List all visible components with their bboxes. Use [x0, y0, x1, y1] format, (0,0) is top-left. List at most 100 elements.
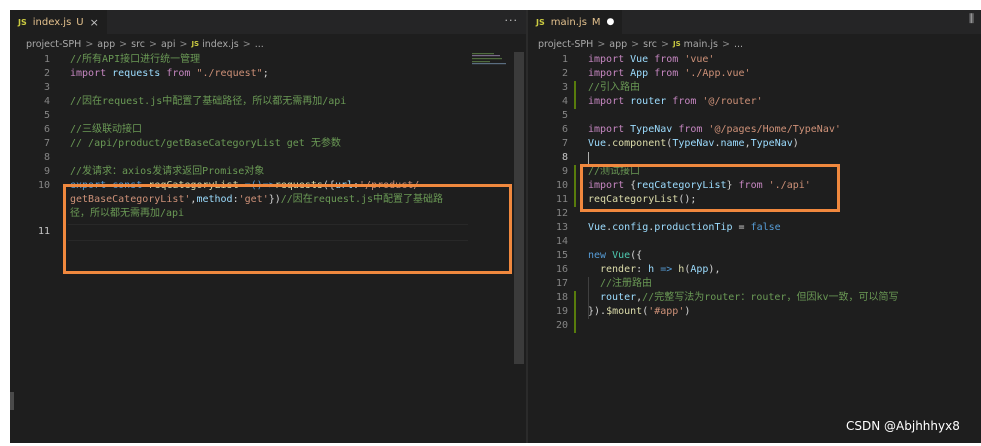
- line-number: 3: [561, 82, 568, 93]
- breadcrumb-item[interactable]: project-SPH: [538, 39, 593, 50]
- tab-main-js[interactable]: JS main.js M ●: [528, 10, 623, 34]
- line-number: 2: [43, 68, 50, 79]
- line-number: 11: [37, 226, 50, 237]
- git-added-gutter: [574, 165, 576, 207]
- line-number: 17: [555, 278, 568, 289]
- chevron-right-icon: >: [631, 38, 640, 50]
- line-number: 11: [555, 194, 568, 205]
- chevron-right-icon: >: [149, 38, 157, 50]
- left-tab-bar: JS index.js U × ···: [10, 10, 526, 34]
- close-tab-icon[interactable]: ×: [90, 16, 99, 29]
- annotation-box: [580, 164, 840, 212]
- text-cursor: [588, 152, 589, 164]
- line-number: 2: [561, 68, 568, 79]
- git-status-modified: M: [591, 16, 601, 28]
- code-line: router,//完整写法为router：router，但因kv一致，可以简写: [600, 292, 899, 303]
- breadcrumb-item[interactable]: src: [643, 39, 657, 50]
- line-number: 20: [555, 320, 568, 331]
- line-number: 4: [43, 96, 50, 107]
- code-line: import router from '@/router': [588, 96, 763, 107]
- line-number: 6: [561, 124, 568, 135]
- chevron-right-icon: >: [722, 38, 730, 50]
- line-number: 8: [43, 152, 50, 163]
- code-line: }).$mount('#app'): [588, 306, 691, 317]
- js-file-icon: JS: [672, 40, 681, 48]
- line-number: 5: [561, 110, 568, 121]
- vertical-scrollbar[interactable]: [514, 52, 524, 364]
- horizontal-scroll-indicator[interactable]: [10, 392, 14, 410]
- breadcrumb-item[interactable]: main.js: [684, 39, 718, 50]
- watermark: CSDN @Abjhhhyx8: [846, 419, 960, 433]
- js-file-icon: JS: [18, 17, 27, 27]
- line-number: 1: [43, 54, 50, 65]
- git-status-untracked: U: [76, 16, 84, 28]
- line-number: 19: [555, 306, 568, 317]
- line-number: 9: [43, 166, 50, 177]
- line-number: 8: [561, 152, 568, 163]
- line-number: 18: [555, 292, 568, 303]
- annotation-box: [63, 184, 512, 274]
- git-added-gutter: [574, 291, 576, 333]
- split-editor-icon[interactable]: ⫼: [969, 12, 974, 26]
- more-actions-icon[interactable]: ···: [505, 14, 519, 27]
- line-number: 7: [561, 138, 568, 149]
- breadcrumb-item[interactable]: ...: [734, 39, 743, 50]
- code-line: import requests from "./request";: [70, 68, 269, 79]
- chevron-right-icon: >: [661, 38, 669, 50]
- breadcrumb-item[interactable]: index.js: [202, 39, 239, 50]
- line-number: 13: [555, 222, 568, 233]
- code-line: //引入路由: [588, 82, 641, 93]
- code-editor[interactable]: 1 2 3 4 5 6 7 8 9 10 11 //所有API接口进行统一管理 …: [10, 52, 526, 443]
- line-number: 12: [555, 208, 568, 219]
- code-line: new Vue({: [588, 250, 643, 261]
- breadcrumb-item[interactable]: src: [131, 39, 145, 50]
- chevron-right-icon: >: [179, 38, 188, 50]
- code-line: import App from './App.vue': [588, 68, 751, 79]
- line-number: 3: [43, 82, 50, 93]
- breadcrumb: project-SPH > app > src > api > JS index…: [26, 37, 264, 51]
- breadcrumb-item[interactable]: project-SPH: [26, 39, 81, 50]
- code-line: //发请求：axios发请求返回Promise对象: [70, 166, 265, 177]
- line-number: 4: [561, 96, 568, 107]
- js-file-icon: JS: [536, 17, 545, 27]
- line-number: 1: [561, 54, 568, 65]
- chevron-right-icon: >: [85, 38, 94, 50]
- breadcrumb-item[interactable]: api: [161, 39, 176, 50]
- line-number: 10: [37, 180, 50, 191]
- line-number: 5: [43, 110, 50, 121]
- breadcrumb: project-SPH > app > src > JS main.js > .…: [538, 37, 743, 51]
- js-file-icon: JS: [191, 40, 200, 48]
- line-number: 14: [555, 236, 568, 247]
- vscode-window: JS index.js U × ··· project-SPH > app > …: [10, 10, 981, 443]
- tab-filename: index.js: [32, 16, 72, 28]
- breadcrumb-item[interactable]: ...: [255, 39, 264, 50]
- line-number: 9: [561, 166, 568, 177]
- right-editor-group: JS main.js M ● project-SPH > app > src >…: [528, 10, 981, 443]
- git-added-gutter: [574, 81, 576, 109]
- code-line: //注册路由: [600, 278, 653, 289]
- tab-index-js[interactable]: JS index.js U ×: [10, 10, 107, 34]
- code-line: import TypeNav from '@/pages/Home/TypeNa…: [588, 124, 841, 135]
- line-number: 6: [43, 124, 50, 135]
- left-editor-group: JS index.js U × ··· project-SPH > app > …: [10, 10, 526, 443]
- breadcrumb-item[interactable]: app: [97, 39, 115, 50]
- line-number: 7: [43, 138, 50, 149]
- code-line: render: h => h(App),: [600, 264, 721, 275]
- minimap[interactable]: [472, 52, 512, 66]
- code-line: //三级联动接口: [70, 124, 143, 135]
- code-line: //因在request.js中配置了基础路径，所以都无需再加/api: [70, 96, 347, 107]
- code-line: Vue.component(TypeNav.name,TypeNav): [588, 138, 799, 149]
- right-tab-bar: JS main.js M ●: [528, 10, 981, 34]
- line-number: 10: [555, 180, 568, 191]
- code-line: // /api/product/getBaseCategoryList get …: [70, 138, 341, 149]
- line-number: 15: [555, 250, 568, 261]
- unsaved-dot-icon[interactable]: ●: [607, 17, 615, 27]
- code-line: //所有API接口进行统一管理: [70, 54, 201, 65]
- breadcrumb-item[interactable]: app: [609, 39, 627, 50]
- code-line: Vue.config.productionTip = false: [588, 222, 781, 233]
- chevron-right-icon: >: [242, 38, 251, 50]
- tab-filename: main.js: [550, 16, 587, 28]
- code-editor[interactable]: 1 2 3 4 5 6 7 8 9 10 11 12 13 14 15 16 1…: [528, 52, 981, 443]
- chevron-right-icon: >: [597, 38, 606, 50]
- line-number: 16: [555, 264, 568, 275]
